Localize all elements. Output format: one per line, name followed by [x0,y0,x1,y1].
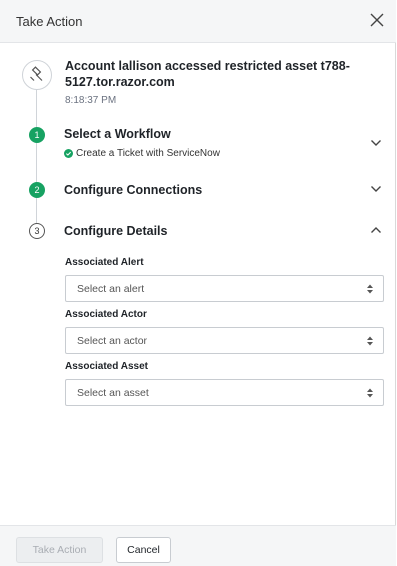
step-select-workflow-title[interactable]: Select a Workflow [64,127,171,141]
associated-actor-select[interactable]: Select an actor [65,327,384,354]
alert-title: Account lallison accessed restricted ass… [65,59,350,89]
chevron-up-icon[interactable] [369,223,383,237]
sort-arrows-icon [367,336,373,346]
associated-asset-label: Associated Asset [65,361,148,372]
associated-alert-select[interactable]: Select an alert [65,275,384,302]
cancel-button[interactable]: Cancel [116,537,171,563]
check-circle-icon [64,149,73,158]
sort-arrows-icon [367,388,373,398]
associated-actor-label: Associated Actor [65,309,147,320]
associated-actor-placeholder: Select an actor [77,335,148,347]
associated-alert-placeholder: Select an alert [77,283,145,295]
step-select-workflow-summary: Create a Ticket with ServiceNow [64,148,220,159]
step-configure-details-title[interactable]: Configure Details [64,224,168,238]
gavel-icon [22,60,52,90]
step-2-badge: 2 [29,182,45,198]
associated-asset-placeholder: Select an asset [77,387,149,399]
step-timeline [36,86,37,226]
take-action-dialog: Take Action Account lallison accessed re… [0,0,396,566]
take-action-button[interactable]: Take Action [16,537,103,563]
dialog-header: Take Action [0,0,396,43]
step-configure-connections-title[interactable]: Configure Connections [64,183,202,197]
associated-asset-select[interactable]: Select an asset [65,379,384,406]
step-1-badge: 1 [29,127,45,143]
dialog-title: Take Action [16,14,83,29]
step-3-badge: 3 [29,223,45,239]
chevron-down-icon[interactable] [369,136,383,150]
associated-alert-label: Associated Alert [65,257,144,268]
chevron-down-icon[interactable] [369,182,383,196]
sort-arrows-icon [367,284,373,294]
alert-timestamp: 8:18:37 PM [65,95,117,106]
close-icon[interactable] [367,10,387,30]
workflow-summary-text: Create a Ticket with ServiceNow [76,148,220,159]
dialog-footer: Take Action Cancel [0,525,396,566]
